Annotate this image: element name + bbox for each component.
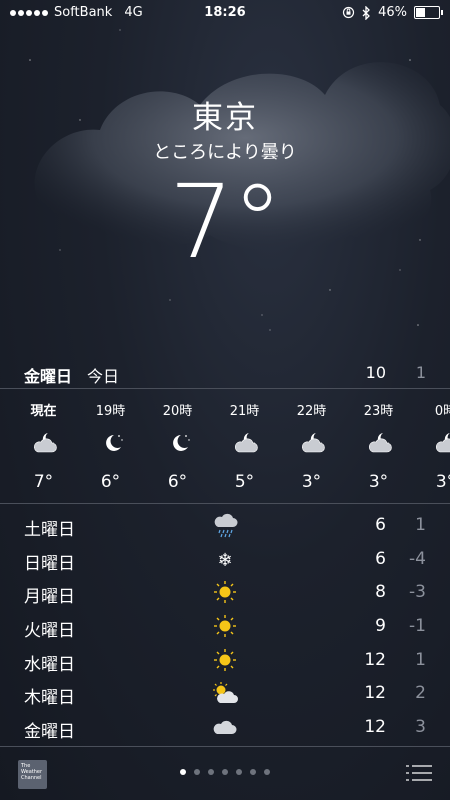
today-label: 今日 (87, 367, 120, 386)
status-bar: SoftBank 4G 18:26 46% (0, 0, 450, 26)
daily-high: 12 (364, 649, 386, 670)
daily-high: 8 (375, 582, 386, 603)
hour-temp: 7° (33, 472, 54, 492)
hour-time: 現在 (30, 404, 57, 419)
hour-temp: 6° (167, 472, 188, 492)
clear-night-icon (95, 430, 127, 456)
page-dot[interactable] (250, 769, 256, 775)
hour-item: 20時 6° (144, 390, 211, 502)
daily-day: 金曜日 (24, 722, 75, 743)
daily-low: -4 (409, 548, 426, 569)
page-indicator[interactable] (0, 769, 450, 775)
hour-item: 22時 3° (278, 390, 345, 502)
daily-low: 1 (415, 649, 426, 670)
daily-high: 12 (364, 683, 386, 704)
hour-temp: 5° (234, 472, 255, 492)
hour-item: 21時 5° (211, 390, 278, 502)
daily-forecast[interactable]: 土曜日 6 1 日曜日 ❄ 6 -4 月曜日 8 -3 火曜日 9 -1 水曜日… (0, 510, 450, 746)
sun-icon (210, 613, 240, 639)
daily-row: 日曜日 ❄ 6 -4 (0, 544, 450, 578)
sun-icon (210, 647, 240, 673)
weather-condition: ところにより曇り (153, 142, 297, 163)
today-day: 金曜日 (24, 367, 73, 386)
partly-cloudy-night-icon (229, 430, 261, 456)
sun-icon (210, 579, 240, 605)
daily-low: -1 (409, 616, 426, 637)
divider (0, 503, 450, 504)
svg-text:❄: ❄ (217, 550, 232, 571)
daily-row: 木曜日 12 2 (0, 678, 450, 712)
hour-item: 23時 3° (345, 390, 412, 502)
page-dot[interactable] (180, 769, 186, 775)
battery-icon (414, 6, 443, 19)
daily-day: 日曜日 (24, 553, 75, 574)
clear-night-icon (162, 430, 194, 456)
hour-temp: 6° (100, 472, 121, 492)
daily-low: 3 (415, 717, 426, 738)
daily-row: 金曜日 12 3 (0, 712, 450, 746)
partly-cloudy-night-icon (363, 430, 395, 456)
page-dot[interactable] (236, 769, 242, 775)
partly-cloudy-night-icon (430, 430, 450, 456)
daily-day: 土曜日 (24, 520, 75, 540)
hour-time: 20時 (162, 404, 193, 419)
daily-low: 1 (415, 515, 426, 535)
current-temperature: 7° (169, 163, 283, 282)
cloud-icon (210, 714, 240, 740)
daily-high: 6 (375, 548, 386, 569)
page-dot[interactable] (222, 769, 228, 775)
daily-high: 12 (364, 717, 386, 738)
daily-row: 火曜日 9 -1 (0, 611, 450, 645)
page-dot[interactable] (208, 769, 214, 775)
divider (0, 388, 450, 389)
hour-temp: 3° (435, 472, 450, 492)
hour-temp: 3° (368, 472, 389, 492)
hour-time: 19時 (95, 404, 126, 419)
hour-temp: 3° (301, 472, 322, 492)
hour-item: 現在 7° (10, 390, 77, 502)
rotation-lock-icon (342, 6, 355, 19)
daily-high: 6 (375, 515, 386, 535)
daily-row: 土曜日 6 1 (0, 510, 450, 544)
rain-icon (210, 512, 240, 538)
hour-time: 0時 (434, 404, 450, 419)
hour-time: 23時 (363, 404, 394, 419)
daily-high: 9 (375, 616, 386, 637)
daily-low: -3 (409, 582, 426, 603)
hourly-forecast[interactable]: 現在 7° 19時 6° 20時 6° 21時 5° 22時 3° 23時 3°… (0, 390, 450, 502)
daily-day: 木曜日 (24, 688, 75, 709)
today-high: 10 (365, 363, 386, 382)
hour-item: 0時 3° (412, 390, 450, 502)
snow-icon: ❄ (210, 546, 240, 572)
divider (0, 746, 450, 747)
bluetooth-icon (362, 5, 371, 20)
partly-sunny-icon (210, 680, 240, 706)
city-name: 東京 (192, 100, 258, 136)
bottom-toolbar: The Weather Channel (0, 746, 450, 800)
hour-time: 22時 (296, 404, 327, 419)
partly-cloudy-night-icon (296, 430, 328, 456)
today-summary: 金曜日 今日 10 1 (0, 358, 450, 388)
daily-day: 火曜日 (24, 621, 75, 642)
partly-cloudy-night-icon (28, 430, 60, 456)
city-list-icon[interactable] (406, 764, 432, 782)
daily-day: 水曜日 (24, 654, 75, 675)
today-low: 1 (415, 363, 426, 382)
page-dot[interactable] (194, 769, 200, 775)
page-dot[interactable] (264, 769, 270, 775)
daily-row: 水曜日 12 1 (0, 645, 450, 679)
hour-time: 21時 (229, 404, 260, 419)
daily-row: 月曜日 8 -3 (0, 577, 450, 611)
daily-day: 月曜日 (24, 587, 75, 608)
battery-percent: 46% (378, 5, 407, 20)
hour-item: 19時 6° (77, 390, 144, 502)
daily-low: 2 (415, 683, 426, 704)
